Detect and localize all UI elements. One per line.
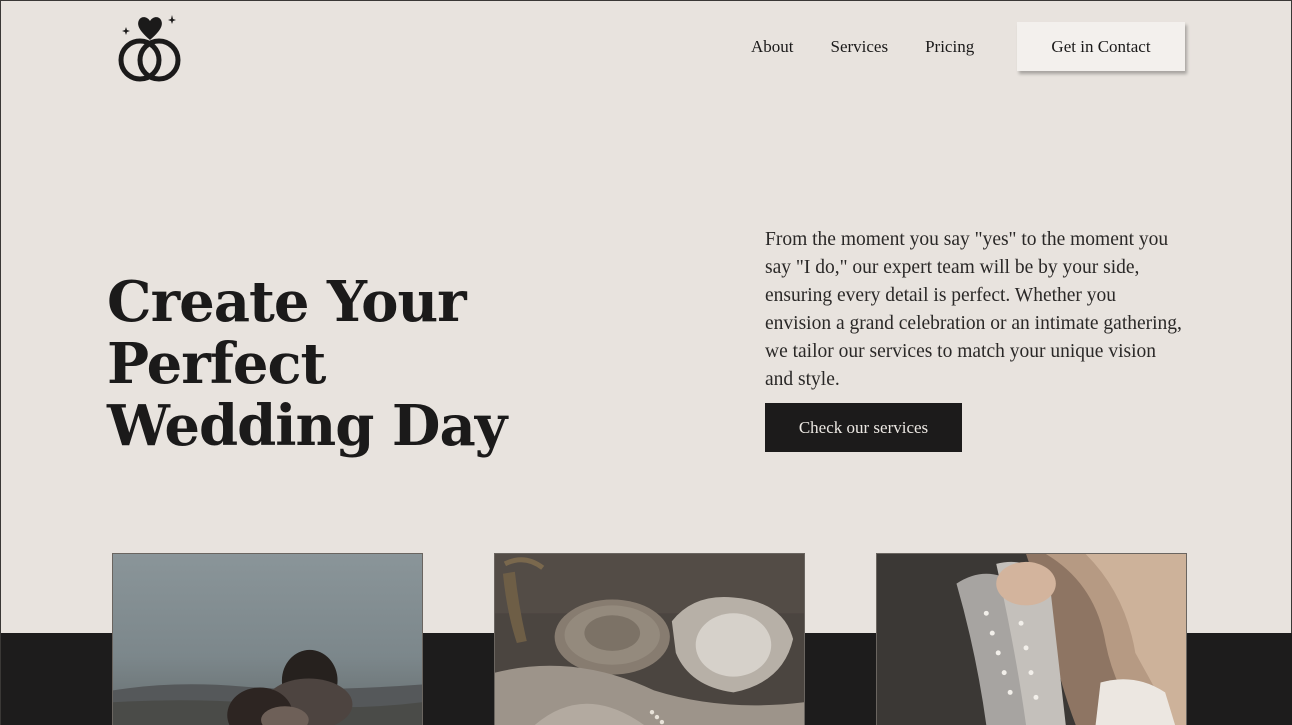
couple-on-beach-photo [112, 553, 423, 725]
hero-description: From the moment you say "yes" to the mom… [765, 229, 1182, 390]
wedding-details-photo [494, 553, 805, 725]
check-services-button[interactable]: Check our services [765, 403, 962, 452]
nav-link-pricing[interactable]: Pricing [925, 37, 974, 57]
hero-title-line-2: Wedding Day [107, 393, 507, 459]
get-in-contact-button[interactable]: Get in Contact [1017, 22, 1185, 71]
nav-link-about[interactable]: About [751, 37, 794, 57]
wedding-rings-heart-icon[interactable] [115, 12, 185, 84]
hero-title-line-1: Create Your Perfect [107, 269, 467, 397]
nav-link-services[interactable]: Services [831, 37, 889, 57]
bride-pearl-gloves-photo [876, 553, 1187, 725]
hero-title: Create Your Perfect Wedding Day [107, 271, 667, 457]
main-nav: About Services Pricing [751, 22, 1011, 71]
